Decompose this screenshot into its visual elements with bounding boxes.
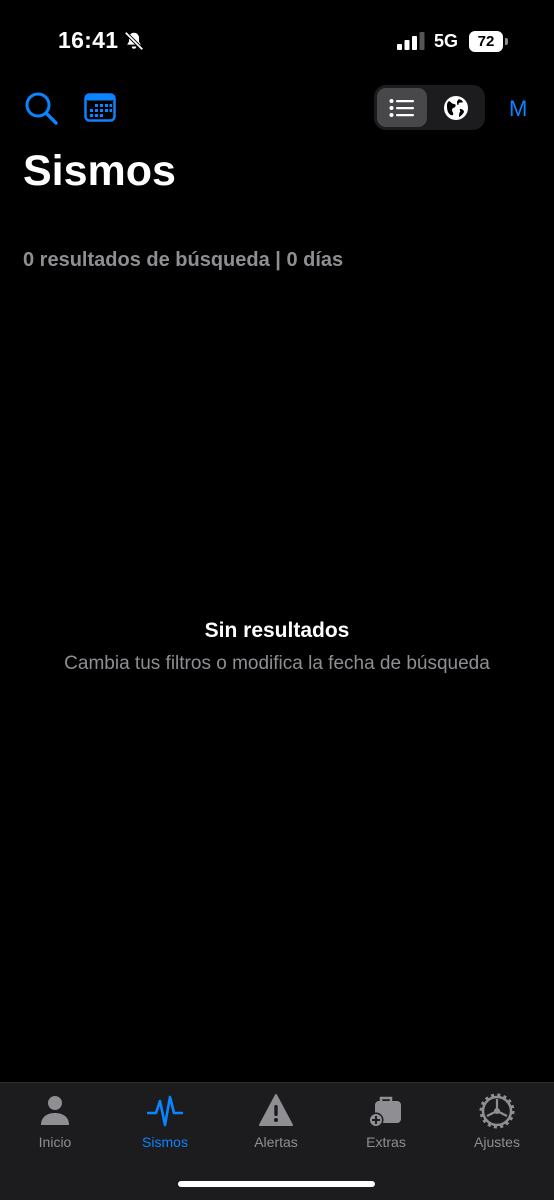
tab-label: Ajustes	[474, 1134, 520, 1150]
network-type: 5G	[434, 31, 459, 51]
status-time: 16:41	[58, 27, 119, 53]
tab-label: Alertas	[254, 1134, 298, 1150]
app-screen: 16:41 5G 72 M Sismos 0 resultados de bús…	[0, 0, 554, 1200]
status-bar: 16:41 5G 72	[0, 0, 554, 80]
tab-label: Sismos	[142, 1134, 188, 1150]
warning-icon	[259, 1094, 293, 1126]
page-title: Sismos	[23, 147, 176, 195]
waveform-icon	[147, 1095, 183, 1127]
briefcase-plus-icon	[368, 1096, 401, 1128]
tab-label: Extras	[366, 1134, 406, 1150]
results-summary: 0 resultados de búsqueda | 0 días	[23, 249, 344, 271]
tab-sismos[interactable]: Sismos	[110, 1083, 220, 1163]
view-mode-segmented-control	[374, 85, 485, 130]
home-indicator[interactable]	[178, 1181, 375, 1187]
battery-icon: 72	[469, 31, 509, 52]
empty-state-title: Sin resultados	[204, 619, 350, 642]
signal-icon	[397, 32, 425, 50]
search-icon[interactable]	[24, 91, 58, 125]
globe-icon	[444, 95, 468, 120]
list-icon	[389, 98, 414, 117]
battery-level: 72	[469, 31, 503, 52]
tab-alertas[interactable]: Alertas	[221, 1083, 331, 1163]
battery-tip	[505, 38, 508, 45]
map-view-button[interactable]	[431, 88, 481, 127]
empty-state-subtitle: Cambia tus filtros o modifica la fecha d…	[64, 653, 490, 674]
m-button[interactable]: M	[509, 96, 527, 122]
list-view-button[interactable]	[377, 88, 427, 127]
tab-ajustes[interactable]: Ajustes	[442, 1083, 552, 1163]
gear-icon	[479, 1093, 515, 1129]
bell-slash-icon	[124, 31, 144, 51]
calendar-icon[interactable]	[84, 92, 116, 122]
person-icon	[41, 1096, 69, 1125]
tab-label: Inicio	[38, 1134, 72, 1150]
tab-inicio[interactable]: Inicio	[0, 1083, 110, 1163]
tab-extras[interactable]: Extras	[331, 1083, 441, 1163]
